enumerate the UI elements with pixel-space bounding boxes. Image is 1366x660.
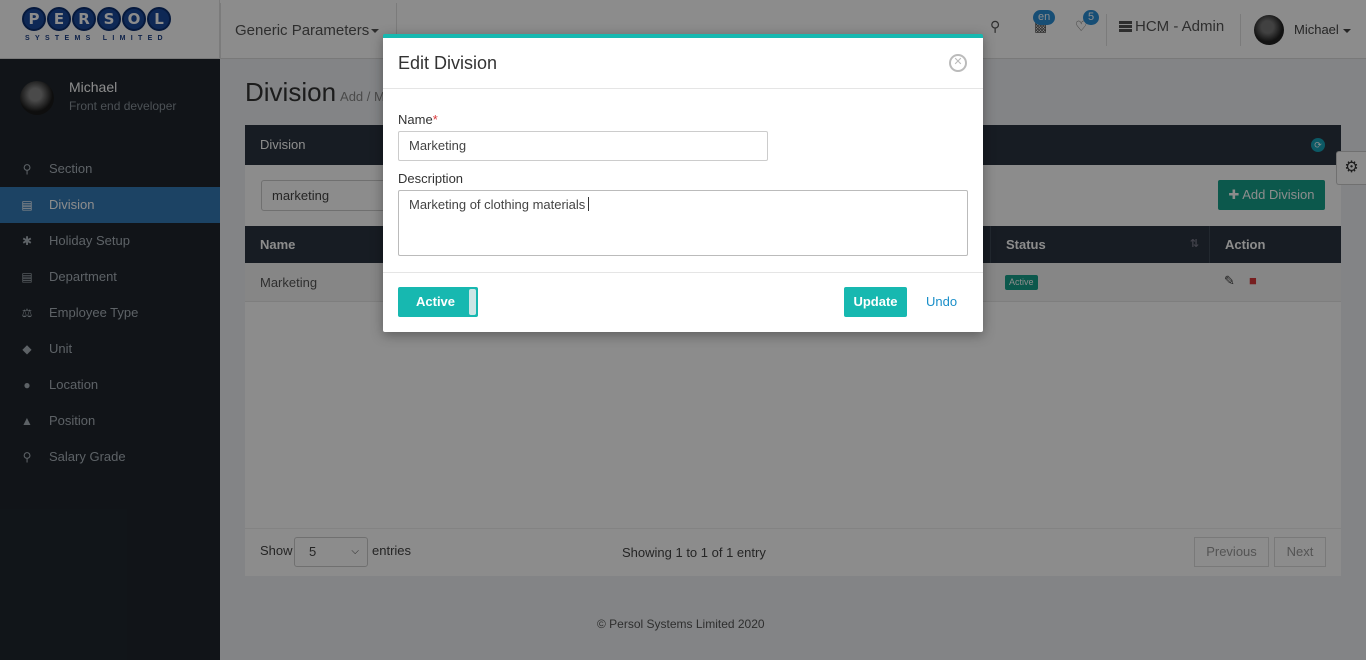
description-textarea[interactable]: Marketing of clothing materials bbox=[398, 190, 968, 256]
modal-title: Edit Division bbox=[398, 53, 498, 73]
required-mark: * bbox=[432, 112, 438, 127]
description-label: Description bbox=[398, 171, 464, 186]
undo-link[interactable]: Undo bbox=[926, 294, 957, 309]
active-toggle-label: Active bbox=[416, 294, 456, 309]
update-button[interactable]: Update bbox=[844, 287, 907, 317]
toggle-knob bbox=[469, 289, 476, 315]
name-field[interactable]: Marketing bbox=[398, 131, 768, 161]
description-text: Marketing of clothing materials bbox=[409, 197, 586, 212]
divider bbox=[383, 272, 983, 273]
divider bbox=[383, 88, 983, 89]
active-toggle[interactable]: Active bbox=[398, 287, 478, 317]
close-icon[interactable]: ✕ bbox=[949, 54, 967, 72]
name-label: Name* bbox=[398, 112, 438, 127]
edit-division-modal: Edit Division ✕ Name* Marketing Descript… bbox=[383, 34, 983, 332]
text-cursor bbox=[588, 197, 590, 211]
name-label-text: Name bbox=[398, 112, 433, 127]
